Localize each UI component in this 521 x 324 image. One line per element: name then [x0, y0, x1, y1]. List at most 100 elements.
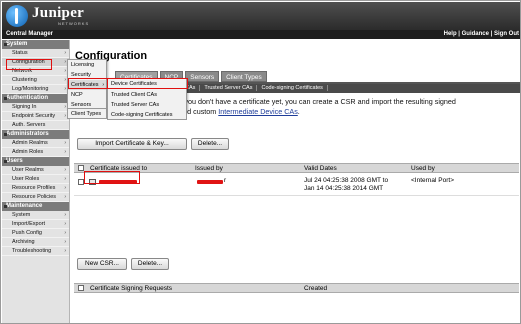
- sidebar-item-label: Configuration: [12, 59, 45, 65]
- select-all-csr-checkbox[interactable]: [78, 285, 84, 291]
- app-name: Central Manager: [6, 31, 54, 37]
- new-csr-button[interactable]: New CSR...: [77, 258, 127, 270]
- description-end: .: [297, 107, 300, 116]
- brand-sub: NETWORKS: [58, 21, 90, 26]
- sidebar-item-label: Resource Policies: [12, 194, 57, 200]
- sidebar-item-admin-roles[interactable]: Admin Roles ›: [2, 148, 69, 157]
- sidebar-item-system[interactable]: System ›: [2, 211, 69, 220]
- sidebar-section-administrators: Administrators: [2, 130, 69, 139]
- sidebar-item-signing-in[interactable]: Signing In ›: [2, 103, 69, 112]
- sidebar-item-auth-servers[interactable]: Auth. Servers: [2, 121, 69, 130]
- sidebar-item-label: Log/Monitoring: [12, 86, 49, 92]
- tab-client-types[interactable]: Client Types: [221, 71, 267, 82]
- col-issued-by: Issued by: [195, 165, 223, 172]
- sidebar-item-log-monitoring[interactable]: Log/Monitoring ›: [2, 85, 69, 94]
- csr-table-header: Certificate Signing Requests Created: [74, 283, 519, 293]
- sidebar-item-label: Push Config: [12, 230, 42, 236]
- chevron-right-icon: ›: [64, 167, 66, 173]
- sidebar-item-label: Resource Profiles: [12, 185, 56, 191]
- sidebar-item-label: Auth. Servers: [12, 122, 46, 128]
- chevron-right-icon: ›: [64, 113, 66, 119]
- sidebar-section-users: Users: [2, 157, 69, 166]
- sidebar-item-label: Admin Realms: [12, 140, 48, 146]
- certificate-icon: [89, 179, 96, 185]
- sidebar-item-endpoint-security[interactable]: Endpoint Security ›: [2, 112, 69, 121]
- sidebar-item-status[interactable]: Status ›: [2, 49, 69, 58]
- col-issued-to: Certificate issued to: [90, 165, 148, 172]
- menu-item-trusted-client-cas[interactable]: Trusted Client CAs: [108, 90, 186, 101]
- menu-item-trusted-server-cas[interactable]: Trusted Server CAs: [108, 100, 186, 111]
- menu-item-ncp[interactable]: NCP: [68, 90, 106, 100]
- chevron-right-icon: ›: [64, 86, 66, 92]
- header-links[interactable]: Help | Guidance | Sign Out: [444, 31, 519, 37]
- chevron-right-icon: ›: [102, 82, 104, 88]
- tab-sensors[interactable]: Sensors: [185, 71, 220, 82]
- sidebar-item-label: User Roles: [12, 176, 40, 182]
- chevron-right-icon: ›: [64, 185, 66, 191]
- sidebar-item-label: Admin Roles: [12, 149, 44, 155]
- window: Juniper NETWORKS Central Manager Help | …: [0, 0, 521, 324]
- sidebar-item-configuration[interactable]: Configuration ›: [2, 58, 69, 67]
- sidebar-item-label: Archiving: [12, 239, 35, 245]
- chevron-right-icon: ›: [64, 149, 66, 155]
- sidebar: System Status › Configuration › Network › C…: [2, 40, 70, 323]
- sidebar-item-resource-policies[interactable]: Resource Policies ›: [2, 193, 69, 202]
- sidebar-section-authentication: Authentication: [2, 94, 69, 103]
- sidebar-item-label: Endpoint Security: [12, 113, 56, 119]
- certificates-submenu: Device Certificates Trusted Client CAs T…: [107, 78, 187, 112]
- sidebar-item-label: Signing In: [12, 104, 37, 110]
- sidebar-item-clustering[interactable]: Clustering ›: [2, 76, 69, 85]
- menu-item-licensing[interactable]: Licensing: [68, 60, 106, 70]
- chevron-right-icon: ›: [64, 140, 66, 146]
- valid-from: Jul 24 04:25:38 2008 GMT to: [304, 177, 389, 184]
- sidebar-item-user-realms[interactable]: User Realms ›: [2, 166, 69, 175]
- chevron-right-icon: ›: [64, 212, 66, 218]
- chevron-right-icon: ›: [64, 77, 66, 83]
- valid-to: Jan 14 04:25:38 2014 GMT: [304, 185, 384, 192]
- chevron-right-icon: ›: [64, 221, 66, 227]
- sidebar-item-label: Status: [12, 50, 28, 56]
- sidebar-item-troubleshooting[interactable]: Troubleshooting ›: [2, 247, 69, 256]
- sidebar-item-resource-profiles[interactable]: Resource Profiles ›: [2, 184, 69, 193]
- table-row[interactable]: r Jul 24 04:25:38 2008 GMT to Jan 14 04:…: [74, 174, 519, 196]
- sidebar-item-admin-realms[interactable]: Admin Realms ›: [2, 139, 69, 148]
- sidebar-item-import-export[interactable]: Import/Export ›: [2, 220, 69, 229]
- select-all-checkbox[interactable]: [78, 165, 84, 171]
- row-checkbox[interactable]: [78, 179, 84, 185]
- menu-item-label: Certificates: [71, 82, 99, 88]
- subtab-trusted-server-cas[interactable]: Trusted Server CAs: [200, 85, 258, 91]
- intermediate-cas-link[interactable]: Intermediate Device CAs: [218, 107, 298, 116]
- menu-item-client-types[interactable]: Client Types: [67, 109, 107, 119]
- sidebar-item-label: Clustering: [12, 77, 37, 83]
- chevron-right-icon: ›: [64, 176, 66, 182]
- juniper-logo-icon: [6, 5, 28, 27]
- sidebar-section-maintenance: Maintenance: [2, 202, 69, 211]
- delete-button[interactable]: Delete...: [191, 138, 229, 150]
- menu-item-code-signing[interactable]: Code-signing Certificates: [107, 110, 187, 120]
- configuration-flyout-menu: Licensing Security Certificates › NCP Sen…: [67, 59, 107, 109]
- col-created: Created: [304, 285, 328, 292]
- menu-item-device-certificates[interactable]: Device Certificates: [108, 79, 186, 90]
- issued-by-suffix: r: [224, 177, 227, 184]
- sidebar-item-archiving[interactable]: Archiving ›: [2, 238, 69, 247]
- chevron-right-icon: ›: [64, 230, 66, 236]
- sidebar-item-user-roles[interactable]: User Roles ›: [2, 175, 69, 184]
- subtab-code-signing[interactable]: Code-signing Certificates: [257, 85, 328, 91]
- chevron-right-icon: ›: [64, 104, 66, 110]
- sidebar-item-label: Troubleshooting: [12, 248, 52, 254]
- juniper-logo: Juniper NETWORKS: [6, 4, 106, 28]
- delete-csr-button[interactable]: Delete...: [131, 258, 169, 270]
- sidebar-item-push-config[interactable]: Push Config ›: [2, 229, 69, 238]
- menu-item-security[interactable]: Security: [68, 70, 106, 80]
- sidebar-item-label: Import/Export: [12, 221, 46, 227]
- redacted-issued-to[interactable]: [99, 180, 137, 184]
- chevron-right-icon: ›: [64, 194, 66, 200]
- menu-item-certificates[interactable]: Certificates ›: [68, 80, 106, 90]
- import-certificate-button[interactable]: Import Certificate & Key...: [77, 138, 187, 150]
- redacted-issued-by: [197, 180, 223, 184]
- sidebar-item-label: Network: [12, 68, 33, 74]
- col-csr: Certificate Signing Requests: [90, 285, 173, 292]
- chevron-right-icon: ›: [64, 239, 66, 245]
- sidebar-item-network[interactable]: Network ›: [2, 67, 69, 76]
- chevron-right-icon: ›: [64, 59, 66, 65]
